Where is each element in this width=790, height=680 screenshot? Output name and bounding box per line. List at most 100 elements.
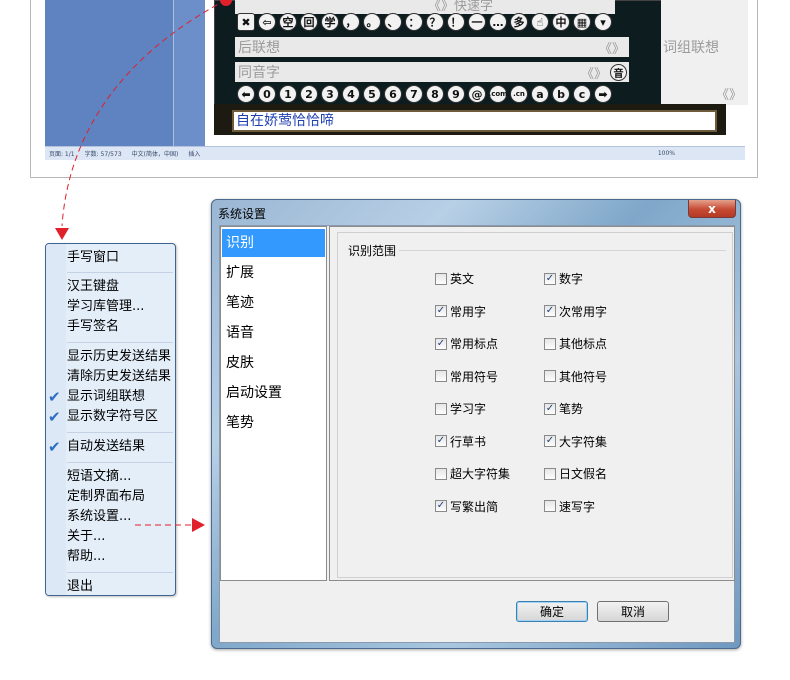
ime-key[interactable]: 。 xyxy=(363,13,381,31)
assoc-arrows[interactable]: 《》 xyxy=(599,38,625,57)
ime-key[interactable]: ☝ xyxy=(531,13,549,31)
ime-key[interactable]: b xyxy=(552,85,570,103)
category-item[interactable]: 启动设置 xyxy=(222,379,325,407)
ime-key[interactable]: ⬅ xyxy=(237,85,255,103)
menu-item[interactable]: 定制界面布局 xyxy=(67,489,145,505)
option-checkbox[interactable]: ✓ 次常用字 xyxy=(544,303,607,320)
ok-button[interactable]: 确定 xyxy=(516,601,588,622)
menu-item[interactable]: 帮助... xyxy=(67,549,105,565)
ime-key[interactable]: ➡ xyxy=(594,85,612,103)
menu-item[interactable]: 清除历史发送结果 xyxy=(67,369,171,385)
option-checkbox[interactable]: 超大字符集 xyxy=(435,465,510,482)
option-checkbox[interactable]: 学习字 xyxy=(435,400,486,417)
checked-box-icon[interactable]: ✓ xyxy=(544,305,556,317)
option-checkbox[interactable]: ✓ 行草书 xyxy=(435,433,486,450)
side-arrows[interactable]: 《》 xyxy=(716,84,742,103)
ime-key[interactable]: ✖ xyxy=(237,13,255,31)
ime-key[interactable]: ： xyxy=(405,13,423,31)
checked-box-icon[interactable]: ✓ xyxy=(544,402,556,415)
ime-key[interactable]: 9 xyxy=(447,85,465,103)
option-checkbox[interactable]: 日文假名 xyxy=(544,465,607,482)
ime-key[interactable]: 1 xyxy=(279,85,297,103)
option-checkbox[interactable]: 其他标点 xyxy=(544,335,607,352)
ime-key[interactable]: 回 xyxy=(300,13,318,31)
ime-key[interactable]: 一 xyxy=(468,13,486,31)
menu-item[interactable]: 显示历史发送结果 xyxy=(67,349,171,365)
checked-box-icon[interactable]: ✓ xyxy=(435,435,447,447)
ime-key[interactable]: ！ xyxy=(447,13,465,31)
ime-key[interactable]: ⇦ xyxy=(258,13,276,31)
unchecked-box-icon[interactable] xyxy=(435,272,447,285)
ime-homophone-bar[interactable]: 同音字 《》 音 xyxy=(235,62,629,82)
option-checkbox[interactable]: ✓ 写繁出简 xyxy=(435,498,498,515)
category-item[interactable]: 扩展 xyxy=(222,259,325,287)
option-checkbox[interactable]: ✓ 大字符集 xyxy=(544,433,607,450)
close-button[interactable]: x xyxy=(688,200,736,218)
ime-key[interactable]: 6 xyxy=(384,85,402,103)
menu-item[interactable]: 退出 xyxy=(67,579,93,595)
option-checkbox[interactable]: 常用符号 xyxy=(435,368,498,385)
ime-result-field[interactable]: 自在娇莺恰恰啼 xyxy=(232,110,717,132)
ime-key[interactable]: 空 xyxy=(279,13,297,31)
checked-box-icon[interactable]: ✓ xyxy=(435,500,447,512)
ime-key[interactable]: 中 xyxy=(552,13,570,31)
checked-box-icon[interactable]: ✓ xyxy=(544,435,556,447)
cancel-button[interactable]: 取消 xyxy=(597,601,669,622)
ime-key[interactable]: 4 xyxy=(342,85,360,103)
menu-item[interactable]: 手写签名 xyxy=(67,319,119,335)
menu-item[interactable]: 自动发送结果 xyxy=(67,439,145,455)
checked-box-icon[interactable]: ✓ xyxy=(544,272,556,285)
homophone-button[interactable]: 音 xyxy=(610,63,627,81)
unchecked-box-icon[interactable] xyxy=(544,500,556,512)
ime-key[interactable]: 2 xyxy=(300,85,318,103)
unchecked-box-icon[interactable] xyxy=(435,402,447,415)
unchecked-box-icon[interactable] xyxy=(435,467,447,480)
unchecked-box-icon[interactable] xyxy=(544,467,556,480)
ime-key[interactable]: 多 xyxy=(510,13,528,31)
option-checkbox[interactable]: 速写字 xyxy=(544,498,595,515)
ime-key[interactable]: .com xyxy=(489,85,507,103)
option-checkbox[interactable]: 英文 xyxy=(435,270,474,287)
ime-key[interactable]: .cn xyxy=(510,85,528,103)
ime-key[interactable]: 8 xyxy=(426,85,444,103)
unchecked-box-icon[interactable] xyxy=(544,370,556,382)
ime-key[interactable]: ， xyxy=(342,13,360,31)
ime-key[interactable]: ▾ xyxy=(594,13,612,31)
option-checkbox[interactable]: 其他符号 xyxy=(544,368,607,385)
category-item[interactable]: 笔势 xyxy=(222,409,325,437)
ime-key[interactable]: 5 xyxy=(363,85,381,103)
ime-key[interactable]: 学 xyxy=(321,13,339,31)
menu-item[interactable]: 汉王键盘 xyxy=(67,279,119,295)
ime-key[interactable]: 、 xyxy=(384,13,402,31)
option-checkbox[interactable]: ✓ 笔势 xyxy=(544,400,583,417)
option-checkbox[interactable]: ✓ 常用标点 xyxy=(435,335,498,352)
option-checkbox[interactable]: ✓ 数字 xyxy=(544,270,583,287)
ime-key[interactable]: ▦ xyxy=(573,13,591,31)
ime-key[interactable]: ？ xyxy=(426,13,444,31)
menu-item[interactable]: 手写窗口 xyxy=(67,250,119,266)
zoom-level[interactable]: 100% xyxy=(658,150,675,157)
ime-key[interactable]: a xyxy=(531,85,549,103)
category-item[interactable]: 笔迹 xyxy=(222,289,325,317)
ime-key[interactable]: 0 xyxy=(258,85,276,103)
category-item[interactable]: 语音 xyxy=(222,319,325,347)
checked-box-icon[interactable]: ✓ xyxy=(435,305,447,317)
unchecked-box-icon[interactable] xyxy=(544,337,556,350)
menu-item[interactable]: 显示数字符号区 xyxy=(67,409,158,425)
category-item[interactable]: 识别 xyxy=(222,229,325,257)
ime-key[interactable]: 7 xyxy=(405,85,423,103)
menu-item[interactable]: 显示词组联想 xyxy=(67,389,145,405)
homophone-arrows[interactable]: 《》 xyxy=(581,63,607,82)
ime-assoc-bar[interactable]: 后联想 《》 xyxy=(235,37,629,57)
ime-key[interactable]: @ xyxy=(468,85,486,103)
checked-box-icon[interactable]: ✓ xyxy=(435,337,447,350)
menu-item[interactable]: 系统设置... xyxy=(67,509,131,525)
option-checkbox[interactable]: ✓ 常用字 xyxy=(435,303,486,320)
ime-key[interactable]: 3 xyxy=(321,85,339,103)
unchecked-box-icon[interactable] xyxy=(435,370,447,382)
ime-key[interactable]: … xyxy=(489,13,507,31)
ime-key[interactable]: c xyxy=(573,85,591,103)
menu-item[interactable]: 关于... xyxy=(67,529,105,545)
menu-item[interactable]: 短语文摘... xyxy=(67,469,131,485)
category-item[interactable]: 皮肤 xyxy=(222,349,325,377)
